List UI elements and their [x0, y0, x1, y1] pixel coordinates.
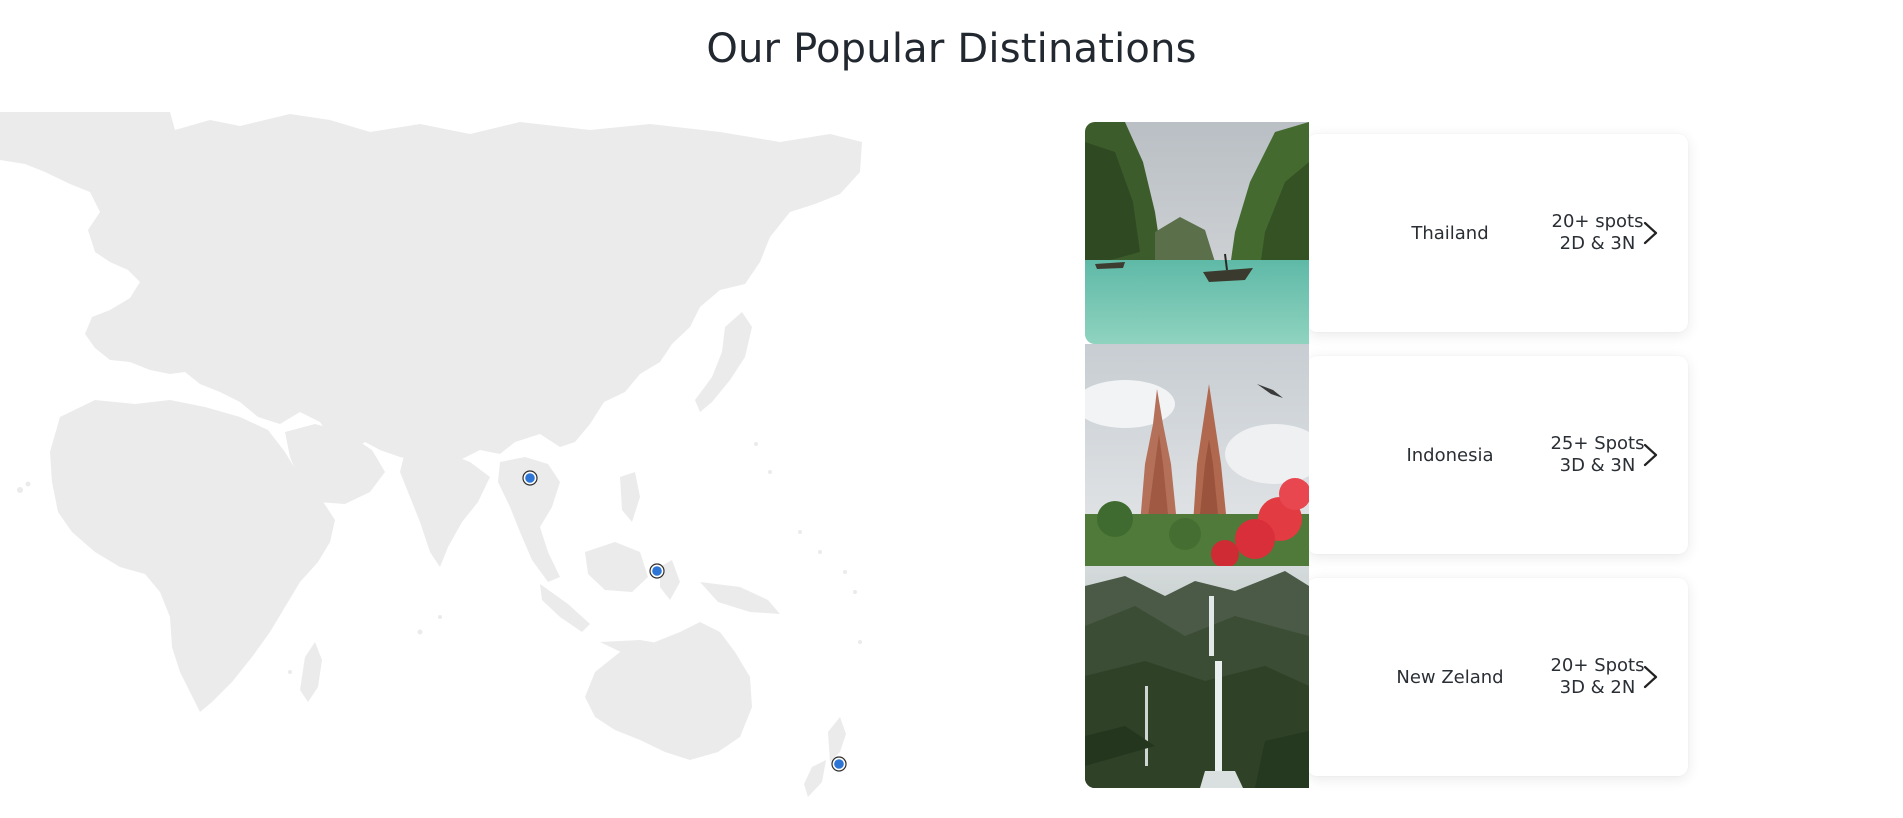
- map-marker-new-zeland[interactable]: [831, 756, 847, 772]
- section-title: Our Popular Distinations: [706, 26, 1197, 72]
- world-map: [0, 112, 862, 802]
- destination-photo-thailand: [1085, 122, 1309, 344]
- chevron-right-icon[interactable]: [1637, 441, 1663, 469]
- destination-duration: 2D & 3N: [1559, 233, 1636, 254]
- destination-list: Thailand 20+ spots 2D & 3N Indonesia 25+…: [1085, 122, 1690, 788]
- chevron-right-icon[interactable]: [1637, 219, 1663, 247]
- destination-card-new-zeland[interactable]: New Zeland 20+ Spots 3D & 2N: [1085, 566, 1690, 788]
- map-marker-thailand[interactable]: [522, 470, 538, 486]
- chevron-right-icon[interactable]: [1637, 663, 1663, 691]
- destination-photo-new-zeland: [1085, 566, 1309, 788]
- destination-name: Indonesia: [1406, 444, 1494, 466]
- destination-card-indonesia[interactable]: Indonesia 25+ Spots 3D & 3N: [1085, 344, 1690, 566]
- destination-spots: 25+ Spots: [1550, 433, 1645, 454]
- destination-name: New Zeland: [1396, 666, 1504, 688]
- world-map-graphic: [0, 112, 862, 797]
- destination-card-thailand[interactable]: Thailand 20+ spots 2D & 3N: [1085, 122, 1690, 344]
- destination-spots: 20+ spots: [1551, 211, 1644, 232]
- map-marker-indonesia[interactable]: [649, 563, 665, 579]
- destination-duration: 3D & 3N: [1559, 455, 1636, 476]
- destination-name: Thailand: [1411, 222, 1489, 244]
- destination-duration: 3D & 2N: [1559, 677, 1636, 698]
- destination-spots: 20+ Spots: [1550, 655, 1645, 676]
- destination-photo-indonesia: [1085, 344, 1309, 566]
